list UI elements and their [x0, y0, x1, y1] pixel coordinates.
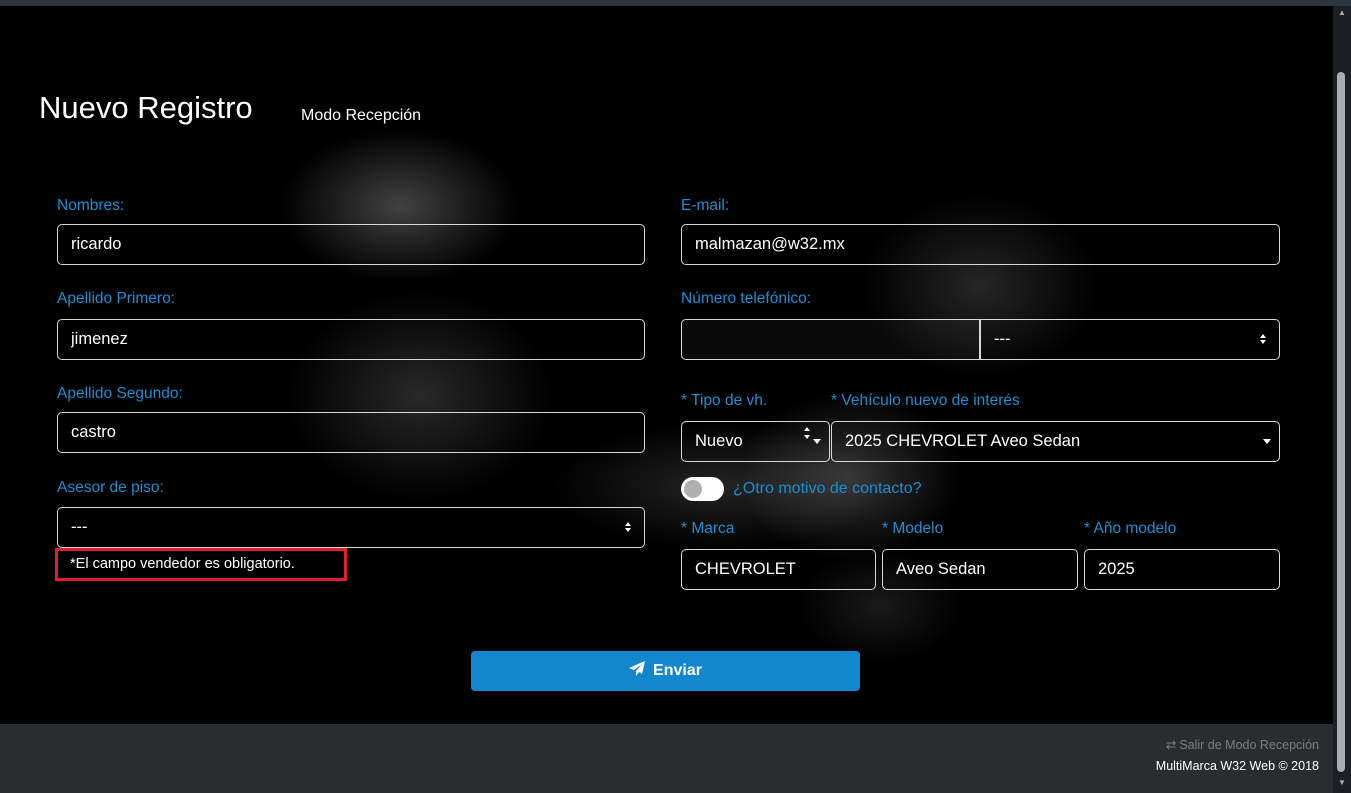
asesor-select-value: ---: [71, 518, 88, 536]
required-star: *: [882, 520, 889, 537]
required-star: *: [831, 392, 838, 409]
anio-label-text: Año modelo: [1093, 520, 1177, 537]
enviar-button[interactable]: Enviar: [471, 651, 860, 691]
vendedor-error-message: *El campo vendedor es obligatorio.: [55, 548, 347, 581]
tipo-vh-label-text: Tipo de vh.: [691, 392, 768, 409]
salir-modo-recepcion-link[interactable]: ⇄ Salir de Modo Recepción: [1166, 737, 1319, 752]
apellido-primero-label: Apellido Primero:: [57, 290, 176, 307]
anio-label: * Año modelo: [1084, 520, 1176, 538]
modelo-label: * Modelo: [882, 520, 943, 538]
salir-label: Salir de Modo Recepción: [1179, 738, 1319, 752]
page-title: Nuevo Registro: [39, 90, 253, 125]
sort-caret-icon: [624, 519, 632, 535]
vehiculo-value: 2025 CHEVROLET Aveo Sedan: [845, 432, 1081, 450]
paper-plane-icon: [629, 661, 646, 681]
toggle-knob: [684, 480, 702, 498]
enviar-label: Enviar: [653, 662, 702, 679]
sort-caret-icon: [1259, 331, 1267, 347]
tipo-vh-value: Nuevo: [695, 432, 743, 450]
scroll-down-icon[interactable]: ▼: [1338, 778, 1346, 787]
required-star: *: [1084, 520, 1091, 537]
footer: [0, 724, 1333, 793]
marca-input[interactable]: [681, 549, 876, 590]
caret-down-icon: [813, 439, 821, 445]
email-label: E-mail:: [681, 197, 730, 214]
asesor-label: Asesor de piso:: [57, 479, 164, 496]
vehiculo-select[interactable]: 2025 CHEVROLET Aveo Sedan: [831, 421, 1280, 462]
scrollbar-thumb[interactable]: [1337, 72, 1345, 772]
telefono-type-value: ---: [994, 330, 1011, 348]
apellido-segundo-input[interactable]: [57, 412, 645, 453]
page-subtitle: Modo Recepción: [301, 107, 422, 124]
tipo-vh-label: * Tipo de vh.: [681, 392, 767, 410]
tipo-vh-select[interactable]: Nuevo: [681, 421, 830, 462]
vehiculo-label-text: Vehículo nuevo de interés: [841, 392, 1020, 409]
modelo-label-text: Modelo: [892, 520, 944, 537]
nombres-input[interactable]: [57, 224, 645, 265]
scroll-up-icon[interactable]: ▲: [1338, 8, 1346, 17]
apellido-primero-input[interactable]: [57, 319, 645, 360]
required-star: *: [681, 520, 688, 537]
vehiculo-label: * Vehículo nuevo de interés: [831, 392, 1020, 410]
modelo-input[interactable]: [882, 549, 1078, 590]
exchange-arrows-icon: ⇄: [1165, 738, 1177, 752]
anio-input[interactable]: [1084, 549, 1280, 590]
marca-label-text: Marca: [691, 520, 735, 537]
required-star: *: [681, 392, 688, 409]
email-input[interactable]: [681, 224, 1280, 265]
otro-motivo-toggle[interactable]: [681, 477, 724, 501]
asesor-select[interactable]: ---: [57, 507, 645, 548]
otro-motivo-label: ¿Otro motivo de contacto?: [733, 480, 922, 497]
nombres-label: Nombres:: [57, 197, 125, 214]
apellido-segundo-label: Apellido Segundo:: [57, 385, 183, 402]
caret-down-icon: [1263, 439, 1271, 445]
telefono-label: Número telefónico:: [681, 290, 812, 307]
marca-label: * Marca: [681, 520, 734, 538]
telefono-input[interactable]: [681, 319, 980, 360]
sort-caret-icon: [803, 416, 811, 455]
copyright-text: MultiMarca W32 Web © 2018: [1155, 759, 1319, 773]
telefono-type-select[interactable]: ---: [980, 319, 1280, 360]
